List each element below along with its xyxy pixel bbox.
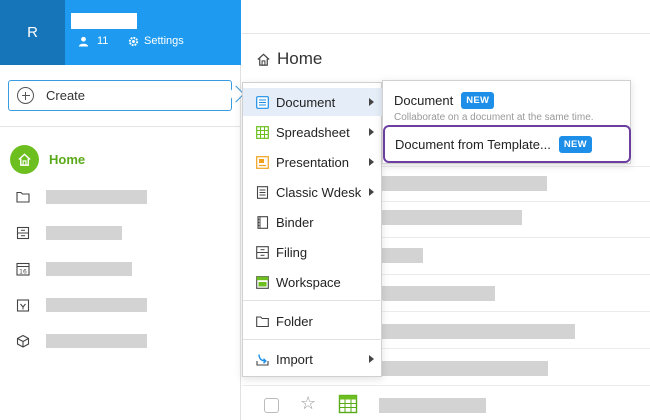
submenu-item-document-label: Document — [394, 93, 454, 108]
new-badge: NEW — [461, 92, 495, 109]
menu-item-presentation[interactable]: Presentation — [243, 148, 383, 176]
menu-item-label: Spreadsheet — [276, 124, 350, 140]
chevron-right-icon — [369, 158, 374, 166]
sidebar-item-calendar[interactable]: 16 — [16, 262, 30, 276]
menu-item-workspace[interactable]: Workspace — [243, 268, 383, 296]
create-menu: Document Spreadsheet Presentation Classi… — [242, 82, 383, 377]
members-count: 11 — [97, 35, 109, 47]
list-item[interactable] — [382, 176, 547, 191]
import-icon — [256, 353, 269, 366]
chevron-right-icon — [369, 98, 374, 106]
folder-icon — [256, 315, 269, 327]
sidebar-item-label-redacted — [46, 226, 122, 240]
account-avatar[interactable]: R — [0, 0, 65, 65]
sidebar-divider — [0, 126, 241, 127]
submenu-item-document[interactable]: Document NEW — [394, 92, 495, 109]
add-circle-icon — [17, 87, 34, 104]
presentation-icon — [256, 155, 269, 169]
sidebar-item-packages[interactable] — [16, 334, 30, 348]
sidebar-item-home-label: Home — [49, 152, 86, 167]
spreadsheet-icon — [338, 394, 358, 414]
chevron-right-icon — [369, 188, 374, 196]
sidebar-header: R 11 Settings — [0, 0, 241, 65]
binder-icon — [257, 215, 269, 229]
sidebar-item-label-redacted — [46, 262, 132, 276]
spreadsheet-icon — [256, 125, 269, 139]
menu-item-binder[interactable]: Binder — [243, 208, 383, 236]
header-divider — [242, 33, 650, 34]
menu-item-filing[interactable]: Filing — [243, 238, 383, 266]
filing-icon — [16, 226, 30, 240]
menu-item-label: Workspace — [276, 274, 341, 290]
row-checkbox[interactable] — [264, 398, 279, 413]
menu-item-classic-wdesk[interactable]: Classic Wdesk — [243, 178, 383, 206]
gear-icon — [128, 36, 139, 46]
menu-item-label: Classic Wdesk — [276, 184, 362, 200]
menu-divider — [243, 300, 383, 301]
menu-item-folder[interactable]: Folder — [243, 307, 383, 335]
sidebar-item-label-redacted — [46, 190, 147, 204]
workspace-icon — [256, 275, 269, 289]
menu-item-import[interactable]: Import — [243, 345, 383, 373]
list-item[interactable] — [382, 248, 423, 263]
menu-item-label: Import — [276, 351, 313, 367]
menu-item-label: Presentation — [276, 154, 349, 170]
filing-icon — [256, 245, 269, 259]
sidebar-item-filings[interactable] — [16, 226, 30, 240]
user-icon — [78, 36, 89, 47]
create-label: Create — [46, 88, 86, 103]
create-button[interactable]: Create — [8, 80, 232, 111]
chevron-right-icon — [369, 128, 374, 136]
calendar-icon: 16 — [16, 262, 30, 276]
row-divider — [242, 385, 650, 386]
menu-item-label: Filing — [276, 244, 308, 260]
settings-link[interactable]: Settings — [128, 35, 184, 47]
clipboard-icon — [16, 299, 30, 312]
list-item[interactable] — [382, 324, 575, 339]
sidebar-item-home[interactable]: Home — [10, 145, 85, 174]
menu-item-label: Document — [276, 94, 336, 110]
sidebar-item-label-redacted — [46, 334, 147, 348]
list-item[interactable] — [382, 210, 522, 225]
list-item[interactable] — [382, 286, 495, 301]
submenu-item-description: Collaborate on a document at the same ti… — [394, 112, 594, 123]
menu-item-document[interactable]: Document — [243, 88, 383, 116]
svg-text:16: 16 — [19, 269, 27, 276]
sidebar-item-folders[interactable] — [16, 190, 30, 204]
menu-item-label: Folder — [276, 313, 313, 329]
page-title-text: Home — [277, 49, 323, 68]
list-item[interactable] — [382, 361, 548, 376]
menu-item-spreadsheet[interactable]: Spreadsheet — [243, 118, 383, 146]
template-item-label: Document from Template... — [395, 137, 551, 152]
avatar-initial: R — [27, 24, 38, 41]
star-icon[interactable]: ☆ — [300, 393, 316, 414]
sidebar-item-tasks[interactable] — [16, 298, 30, 312]
classic-wdesk-icon — [256, 185, 269, 199]
cube-icon — [16, 334, 30, 348]
submenu-item-document-from-template[interactable]: Document from Template... NEW — [383, 125, 631, 163]
sidebar: R 11 Settings Create Home 16 — [0, 0, 241, 420]
table-row[interactable]: ☆ — [242, 388, 650, 420]
document-icon — [256, 95, 269, 109]
home-icon — [257, 53, 270, 66]
page-title: Home — [256, 49, 322, 69]
sidebar-item-label-redacted — [46, 298, 147, 312]
settings-label: Settings — [144, 35, 184, 47]
row-name-redacted — [379, 398, 486, 413]
account-name-redacted — [71, 13, 137, 29]
new-badge: NEW — [558, 136, 592, 153]
chevron-right-icon — [369, 355, 374, 363]
home-icon — [10, 145, 39, 174]
menu-divider — [243, 339, 383, 340]
menu-item-label: Binder — [276, 214, 314, 230]
template-item-content: Document from Template... NEW — [395, 136, 592, 153]
members-link[interactable]: 11 — [78, 35, 108, 47]
folder-icon — [16, 191, 30, 203]
